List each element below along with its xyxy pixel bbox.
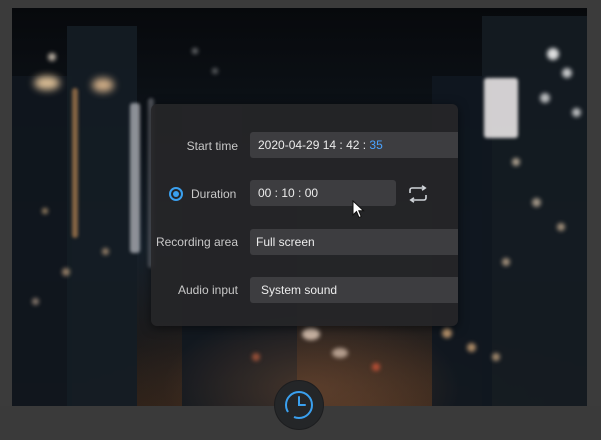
schedule-clock-button[interactable] bbox=[275, 381, 323, 429]
schedule-recording-panel: Start time 2020-04-29 14 : 42 : 35 Durat… bbox=[151, 104, 458, 326]
audio-input-label: Audio input bbox=[177, 283, 238, 297]
start-time-label: Start time bbox=[186, 139, 238, 153]
duration-value: 00 : 10 : 00 bbox=[258, 186, 319, 200]
recorder-window: Start time 2020-04-29 14 : 42 : 35 Durat… bbox=[0, 0, 601, 440]
recording-area-value: Full screen bbox=[256, 235, 315, 249]
start-time-value: 2020-04-29 14 : 42 : bbox=[258, 138, 370, 152]
audio-input-select[interactable]: System sound bbox=[250, 277, 458, 303]
start-time-field[interactable]: 2020-04-29 14 : 42 : 35 bbox=[250, 132, 458, 158]
recording-area-label: Recording area bbox=[155, 235, 238, 249]
duration-label: Duration bbox=[191, 187, 237, 201]
top-frame bbox=[0, 0, 601, 8]
audio-input-value: System sound bbox=[261, 283, 338, 297]
start-time-seconds[interactable]: 35 bbox=[369, 138, 382, 152]
mouse-pointer-icon bbox=[352, 199, 366, 220]
recording-area-select[interactable]: Full screen bbox=[250, 229, 458, 255]
duration-radio[interactable] bbox=[169, 187, 183, 201]
duration-field[interactable]: 00 : 10 : 00 bbox=[250, 180, 396, 206]
repeat-icon[interactable] bbox=[407, 185, 429, 203]
clock-icon bbox=[285, 391, 313, 419]
